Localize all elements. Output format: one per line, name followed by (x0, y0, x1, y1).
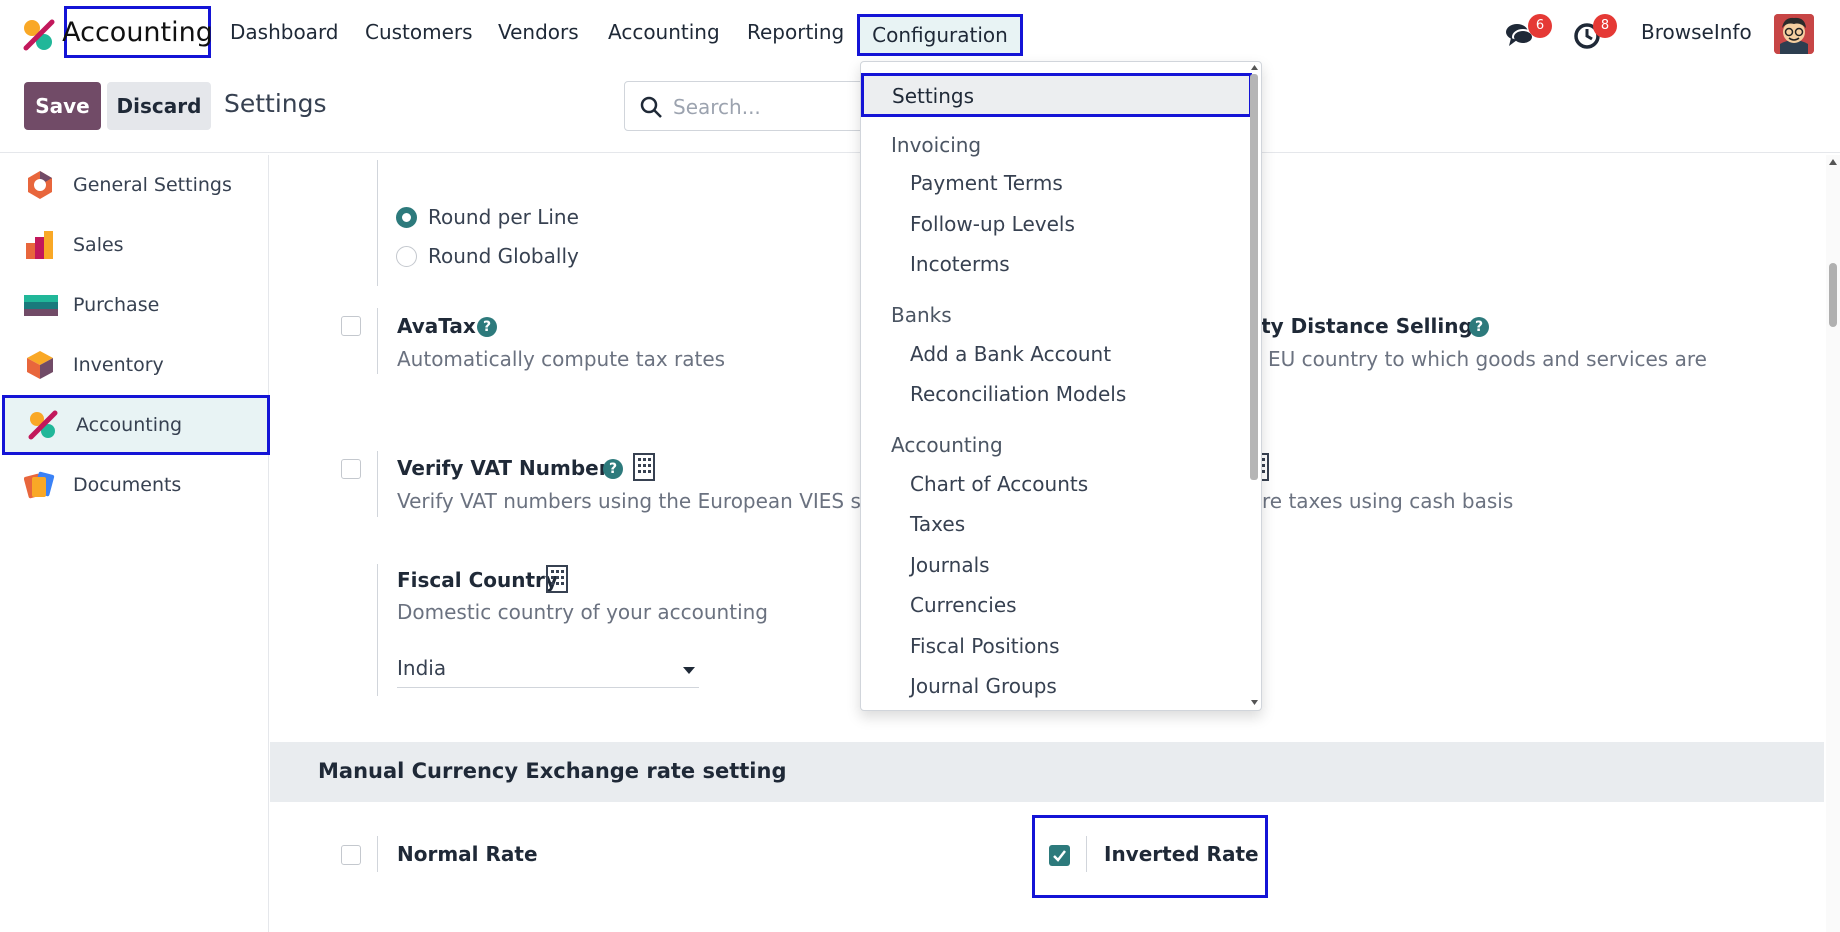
fiscal-country-value: India (397, 656, 447, 680)
top-navbar: Accounting Dashboard Customers Vendors A… (0, 0, 1840, 68)
discard-button[interactable]: Discard (107, 82, 211, 130)
section-header: Manual Currency Exchange rate setting (270, 742, 1824, 802)
verify-vat-divider (377, 451, 378, 517)
company-building-icon (546, 565, 568, 593)
configuration-dropdown: Settings Invoicing Payment Terms Follow-… (860, 61, 1262, 711)
dropdown-item-taxes[interactable]: Taxes (910, 512, 965, 536)
menu-reporting[interactable]: Reporting (747, 20, 844, 44)
scroll-up-icon (1251, 65, 1258, 70)
sidebar-item-general-settings[interactable]: General Settings (0, 155, 268, 215)
rounding-divider (377, 160, 378, 286)
avatax-divider (377, 308, 378, 374)
app-name[interactable]: Accounting (62, 6, 213, 58)
activities-badge: 8 (1593, 14, 1617, 38)
breadcrumb: Settings (224, 89, 327, 118)
dropdown-header-accounting: Accounting (891, 433, 1003, 457)
menu-configuration[interactable]: Configuration (857, 14, 1023, 56)
documents-icon (24, 471, 55, 499)
inverted-rate-divider (1086, 836, 1087, 872)
round-globally-radio[interactable] (396, 246, 417, 267)
sidebar-item-inventory[interactable]: Inventory (0, 335, 268, 395)
help-icon[interactable]: ? (603, 459, 623, 479)
accounting-icon (28, 410, 58, 440)
round-per-line-label[interactable]: Round per Line (428, 205, 579, 229)
verify-vat-checkbox[interactable] (341, 459, 361, 479)
scroll-down-icon (1251, 700, 1258, 705)
fiscal-country-description: Domestic country of your accounting (397, 600, 769, 624)
chevron-down-icon (683, 667, 695, 674)
search-box[interactable]: Search... (624, 81, 864, 131)
checkmark-icon (1053, 850, 1066, 862)
dropdown-item-follow-up-levels[interactable]: Follow-up Levels (910, 212, 1075, 236)
purchase-icon (24, 295, 58, 316)
scroll-up-icon (1829, 159, 1837, 165)
eu-distance-selling-description: EU country to which goods and services a… (1268, 347, 1707, 371)
search-icon (640, 96, 662, 118)
avatax-title: AvaTax (397, 314, 476, 338)
inverted-rate-checkbox[interactable] (1049, 845, 1070, 866)
dropdown-header-banks: Banks (891, 303, 952, 327)
dropdown-item-currencies[interactable]: Currencies (910, 593, 1017, 617)
inverted-rate-title: Inverted Rate (1104, 842, 1259, 866)
inventory-icon (27, 351, 53, 379)
help-icon[interactable]: ? (477, 317, 497, 337)
save-button[interactable]: Save (24, 82, 101, 130)
normal-rate-title: Normal Rate (397, 842, 538, 866)
user-avatar[interactable] (1774, 14, 1814, 54)
page-scrollbar-thumb[interactable] (1829, 263, 1837, 327)
sidebar-item-sales[interactable]: Sales (0, 215, 268, 275)
menu-vendors[interactable]: Vendors (498, 20, 579, 44)
fiscal-country-select[interactable]: India (397, 654, 699, 688)
dropdown-header-invoicing: Invoicing (891, 133, 982, 157)
app-logo-icon[interactable] (22, 18, 56, 52)
avatax-description: Automatically compute tax rates (397, 347, 726, 371)
dropdown-scrollbar-thumb[interactable] (1250, 74, 1258, 480)
dropdown-item-reconciliation-models[interactable]: Reconciliation Models (910, 382, 1126, 406)
eu-distance-selling-title: nity Distance Selling (1240, 314, 1473, 338)
settings-sidebar: General Settings Sales Purchase Inventor… (0, 155, 270, 932)
dropdown-item-journal-groups[interactable]: Journal Groups (910, 674, 1057, 698)
round-per-line-radio[interactable] (396, 207, 417, 228)
normal-rate-checkbox[interactable] (341, 845, 361, 865)
menu-dashboard[interactable]: Dashboard (230, 20, 339, 44)
page-scrollbar[interactable] (1826, 155, 1840, 932)
normal-rate-divider (377, 836, 378, 872)
dropdown-scrollbar[interactable] (1248, 62, 1261, 710)
sidebar-item-purchase[interactable]: Purchase (0, 275, 268, 335)
cash-basis-description: re taxes using cash basis (1262, 489, 1514, 513)
fiscal-country-divider (377, 564, 378, 696)
dropdown-item-payment-terms[interactable]: Payment Terms (910, 171, 1063, 195)
dropdown-item-chart-of-accounts[interactable]: Chart of Accounts (910, 472, 1088, 496)
round-globally-label[interactable]: Round Globally (428, 244, 579, 268)
menu-accounting[interactable]: Accounting (608, 20, 720, 44)
dropdown-item-fiscal-positions[interactable]: Fiscal Positions (910, 634, 1059, 658)
dropdown-item-settings[interactable]: Settings (861, 73, 1252, 117)
avatax-checkbox[interactable] (341, 316, 361, 336)
fiscal-country-title: Fiscal Country (397, 568, 558, 592)
company-building-icon (633, 453, 655, 481)
section-title: Manual Currency Exchange rate setting (318, 759, 787, 783)
general-settings-icon (28, 171, 52, 199)
search-input[interactable]: Search... (673, 95, 761, 119)
company-name[interactable]: BrowseInfo (1641, 20, 1752, 44)
sidebar-item-documents[interactable]: Documents (0, 455, 268, 515)
dropdown-item-add-bank-account[interactable]: Add a Bank Account (910, 342, 1111, 366)
verify-vat-description: Verify VAT numbers using the European VI… (397, 489, 894, 513)
messages-badge: 6 (1528, 14, 1552, 38)
help-icon[interactable]: ? (1469, 317, 1489, 337)
sidebar-item-accounting[interactable]: Accounting (2, 395, 270, 455)
verify-vat-title: Verify VAT Numbers (397, 456, 621, 480)
menu-customers[interactable]: Customers (365, 20, 473, 44)
dropdown-item-journals[interactable]: Journals (910, 553, 990, 577)
dropdown-item-incoterms[interactable]: Incoterms (910, 252, 1010, 276)
sales-icon (26, 231, 53, 259)
